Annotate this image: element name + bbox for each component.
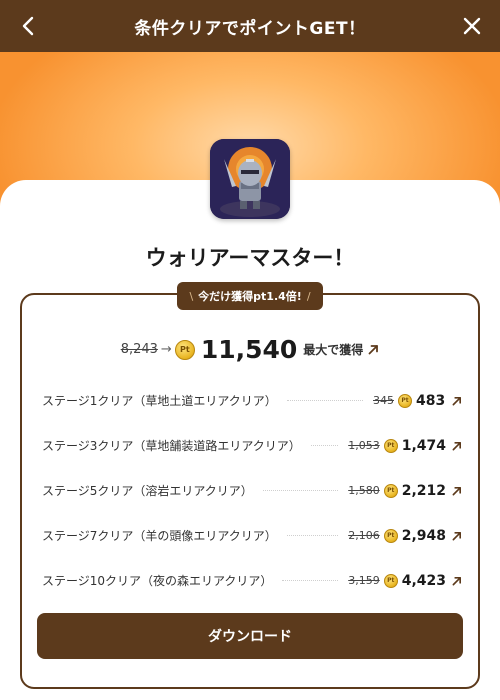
arrow-up-right-icon bbox=[452, 531, 461, 540]
page-title: 条件クリアでポイントGET！ bbox=[134, 18, 366, 39]
condition-row: ステージ1クリア（草地土道エリアクリア） 345 Pt 483 bbox=[42, 378, 462, 423]
header-bar: 条件クリアでポイントGET！ bbox=[0, 0, 500, 52]
condition-old-points: 1,053 bbox=[348, 439, 380, 452]
condition-old-points: 3,159 bbox=[348, 574, 380, 587]
chevron-left-icon bbox=[22, 16, 34, 36]
arrow-up-right-icon bbox=[452, 441, 461, 450]
condition-row: ステージ10クリア（夜の森エリアクリア） 3,159 Pt 4,423 bbox=[42, 558, 462, 603]
condition-new-points: 4,423 bbox=[401, 572, 446, 589]
condition-old-points: 345 bbox=[373, 394, 394, 407]
arrow-up-right-icon bbox=[368, 345, 379, 355]
condition-old-points: 2,106 bbox=[348, 529, 380, 542]
condition-new-points: 483 bbox=[416, 392, 446, 409]
dotted-leader bbox=[262, 490, 339, 491]
dotted-leader bbox=[282, 580, 339, 581]
dotted-leader bbox=[286, 535, 339, 536]
total-new-points: 11,540 bbox=[200, 335, 298, 364]
condition-row: ステージ5クリア（溶岩エリアクリア） 1,580 Pt 2,212 bbox=[42, 468, 462, 513]
condition-new-points: 1,474 bbox=[401, 437, 446, 454]
knight-icon bbox=[210, 139, 290, 219]
condition-old-points: 1,580 bbox=[348, 484, 380, 497]
app-name: ウォリアーマスター！ bbox=[145, 246, 355, 270]
coin-icon: Pt bbox=[174, 339, 195, 360]
download-button[interactable]: ダウンロード bbox=[37, 613, 463, 659]
dotted-leader bbox=[310, 445, 339, 446]
close-button[interactable] bbox=[454, 8, 490, 44]
coin-icon: Pt bbox=[383, 573, 398, 588]
app-icon bbox=[210, 139, 290, 219]
condition-row: ステージ3クリア（草地舗装道路エリアクリア） 1,053 Pt 1,474 bbox=[42, 423, 462, 468]
badge-deco-left: \ bbox=[189, 289, 194, 303]
arrow-up-right-icon bbox=[452, 486, 461, 495]
back-button[interactable] bbox=[10, 8, 46, 44]
total-suffix: 最大で獲得 bbox=[303, 343, 364, 357]
condition-label: ステージ10クリア（夜の森エリアクリア） bbox=[42, 574, 273, 588]
total-points-row: 8,243 → Pt 11,540 最大で獲得 bbox=[0, 335, 500, 364]
condition-label: ステージ3クリア（草地舗装道路エリアクリア） bbox=[42, 439, 301, 453]
condition-new-points: 2,948 bbox=[401, 527, 446, 544]
badge-text: 今だけ獲得pt1.4倍! bbox=[198, 290, 302, 303]
coin-icon: Pt bbox=[383, 438, 398, 453]
coin-icon: Pt bbox=[383, 483, 398, 498]
condition-row: ステージ7クリア（羊の頭像エリアクリア） 2,106 Pt 2,948 bbox=[42, 513, 462, 558]
arrow-up-right-icon bbox=[452, 396, 461, 405]
condition-label: ステージ7クリア（羊の頭像エリアクリア） bbox=[42, 529, 277, 543]
bonus-badge: \ 今だけ獲得pt1.4倍! / bbox=[177, 282, 323, 310]
badge-deco-right: / bbox=[306, 289, 311, 303]
close-icon bbox=[463, 17, 481, 35]
total-old-points: 8,243 bbox=[120, 342, 158, 357]
arrow-right-icon: → bbox=[160, 342, 172, 357]
arrow-up-right-icon bbox=[452, 576, 461, 585]
dotted-leader bbox=[286, 400, 363, 401]
condition-new-points: 2,212 bbox=[401, 482, 446, 499]
condition-label: ステージ1クリア（草地土道エリアクリア） bbox=[42, 394, 277, 408]
coin-icon: Pt bbox=[383, 528, 398, 543]
coin-icon: Pt bbox=[398, 393, 412, 408]
condition-label: ステージ5クリア（溶岩エリアクリア） bbox=[42, 484, 253, 498]
condition-list: ステージ1クリア（草地土道エリアクリア） 345 Pt 483 ステージ3クリア… bbox=[42, 378, 462, 603]
